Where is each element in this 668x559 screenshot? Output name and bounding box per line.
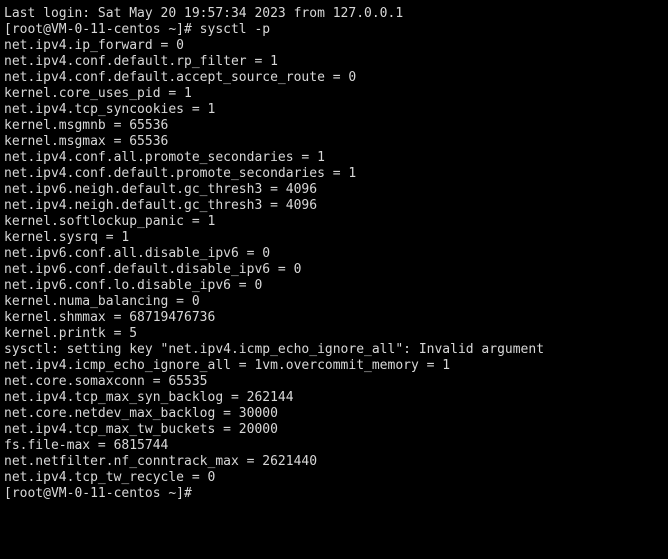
terminal-line: net.ipv4.neigh.default.gc_thresh3 = 4096: [4, 198, 318, 213]
terminal-line: net.core.somaxconn = 65535: [4, 374, 208, 389]
terminal-line: kernel.shmmax = 68719476736: [4, 310, 216, 325]
terminal-line: sysctl: setting key "net.ipv4.icmp_echo_…: [4, 342, 545, 357]
terminal-line: kernel.msgmax = 65536: [4, 134, 169, 149]
terminal-line: kernel.numa_balancing = 0: [4, 294, 200, 309]
terminal-line: kernel.msgmnb = 65536: [4, 118, 169, 133]
terminal-line: net.ipv6.conf.default.disable_ipv6 = 0: [4, 262, 302, 277]
terminal-line: kernel.printk = 5: [4, 326, 138, 341]
terminal-line: net.ipv4.conf.default.rp_filter = 1: [4, 54, 278, 69]
terminal-line: [root@VM-0-11-centos ~]#: [4, 486, 192, 501]
terminal-line: Last login: Sat May 20 19:57:34 2023 fro…: [4, 6, 404, 21]
terminal-line: net.ipv6.conf.lo.disable_ipv6 = 0: [4, 278, 263, 293]
terminal-line: net.ipv4.tcp_max_tw_buckets = 20000: [4, 422, 278, 437]
terminal-line: fs.file-max = 6815744: [4, 438, 169, 453]
terminal-line: net.ipv4.ip_forward = 0: [4, 38, 185, 53]
terminal-line: net.ipv4.conf.all.promote_secondaries = …: [4, 150, 325, 165]
terminal-line: net.ipv4.conf.default.promote_secondarie…: [4, 166, 357, 181]
terminal-line: net.ipv6.conf.all.disable_ipv6 = 0: [4, 246, 271, 261]
terminal-line: net.ipv6.neigh.default.gc_thresh3 = 4096: [4, 182, 318, 197]
terminal-line: net.ipv4.tcp_tw_recycle = 0: [4, 470, 216, 485]
terminal-line: kernel.softlockup_panic = 1: [4, 214, 216, 229]
terminal-line: net.ipv4.conf.default.accept_source_rout…: [4, 70, 357, 85]
terminal-line: net.ipv4.tcp_max_syn_backlog = 262144: [4, 390, 294, 405]
terminal-line: [root@VM-0-11-centos ~]# sysctl -p: [4, 22, 271, 37]
terminal-line: net.ipv4.tcp_syncookies = 1: [4, 102, 216, 117]
terminal-line: net.netfilter.nf_conntrack_max = 2621440: [4, 454, 318, 469]
terminal-line: kernel.sysrq = 1: [4, 230, 130, 245]
terminal-screen[interactable]: Last login: Sat May 20 19:57:34 2023 fro…: [0, 0, 668, 559]
terminal-line: net.core.netdev_max_backlog = 30000: [4, 406, 278, 421]
terminal-line: kernel.core_uses_pid = 1: [4, 86, 192, 101]
terminal-line: net.ipv4.icmp_echo_ignore_all = 1vm.over…: [4, 358, 451, 373]
